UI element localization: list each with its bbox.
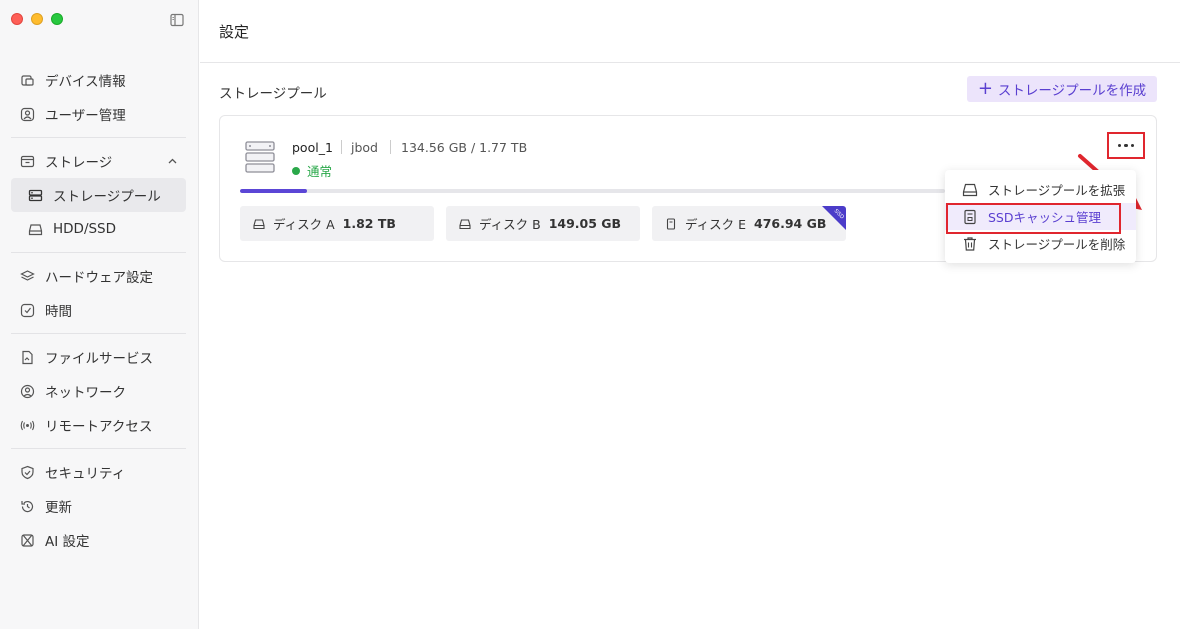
trash-icon <box>962 236 978 252</box>
pool-actions-menu: ストレージプールを拡張 SSDキャッシュ管理 ストレージプールを削除 <box>945 170 1136 263</box>
network-icon <box>19 383 35 399</box>
menu-item-label: ストレージプールを拡張 <box>988 183 1126 198</box>
disk-chip[interactable]: ディスク E 476.94 GB SSD <box>652 206 846 241</box>
disk-icon <box>27 221 43 237</box>
sidebar-item-label: ストレージプール <box>53 189 161 205</box>
hardware-icon <box>19 268 35 284</box>
sidebar-item-hardware[interactable]: ハードウェア設定 <box>11 259 186 293</box>
sidebar-item-file-service[interactable]: ファイルサービス <box>11 340 186 374</box>
disk-icon <box>459 218 471 230</box>
disk-chip[interactable]: ディスク B 149.05 GB <box>446 206 640 241</box>
usage-progress-fill <box>240 189 307 193</box>
sidebar-item-label: 時間 <box>45 304 72 320</box>
sidebar-item-storage[interactable]: ストレージ <box>11 144 186 178</box>
menu-item-delete-pool[interactable]: ストレージプールを削除 <box>945 230 1136 257</box>
shield-icon <box>19 464 35 480</box>
sidebar-divider <box>11 137 186 138</box>
status-badge: 通常 <box>292 161 332 180</box>
sidebar-item-label: ネットワーク <box>45 385 126 401</box>
sidebar-item-device-info[interactable]: デバイス情報 <box>11 63 186 97</box>
remote-icon <box>19 417 35 433</box>
sidebar-nav: デバイス情報 ユーザー管理 ストレージ ストレージプール HDD/SSD ハード… <box>11 63 186 557</box>
sidebar-item-security[interactable]: セキュリティ <box>11 455 186 489</box>
app-window: デバイス情報 ユーザー管理 ストレージ ストレージプール HDD/SSD ハード… <box>0 0 1180 629</box>
sidebar-item-label: リモートアクセス <box>45 419 153 435</box>
status-dot-icon <box>292 166 300 175</box>
sidebar-item-time[interactable]: 時間 <box>11 293 186 327</box>
sidebar-item-label: 更新 <box>45 500 72 516</box>
main-content: 設定 ストレージプール + ストレージプールを作成 pool_1 jbod 13… <box>200 0 1180 629</box>
disk-size: 1.82 TB <box>342 216 396 231</box>
storage-icon <box>19 153 35 169</box>
disk-icon <box>253 218 265 230</box>
sidebar-item-label: デバイス情報 <box>45 74 126 90</box>
sidebar-toggle-icon[interactable] <box>170 12 184 27</box>
disk-icon <box>962 182 978 198</box>
menu-item-ssd-cache[interactable]: SSDキャッシュ管理 <box>945 203 1136 234</box>
pool-capacity: 134.56 GB / 1.77 TB <box>401 140 528 155</box>
sidebar-item-label: セキュリティ <box>45 466 126 482</box>
clock-icon <box>19 302 35 318</box>
sidebar-item-user-management[interactable]: ユーザー管理 <box>11 97 186 131</box>
create-button-label: ストレージプールを作成 <box>997 83 1147 99</box>
menu-item-expand-pool[interactable]: ストレージプールを拡張 <box>945 176 1136 203</box>
disk-name: ディスク B <box>479 217 541 232</box>
main-header: 設定 <box>200 0 1180 63</box>
usage-progress-bar <box>240 189 945 193</box>
disk-size: 149.05 GB <box>548 216 622 231</box>
zoom-window-button[interactable] <box>51 13 63 25</box>
sidebar-item-ai-settings[interactable]: AI 設定 <box>11 523 186 557</box>
sidebar-item-hdd-ssd[interactable]: HDD/SSD <box>11 212 186 246</box>
device-icon <box>19 72 35 88</box>
sidebar-item-label: HDD/SSD <box>53 221 117 237</box>
sidebar-item-storage-pool[interactable]: ストレージプール <box>11 178 186 212</box>
pool-type: jbod <box>351 140 378 155</box>
sidebar-item-update[interactable]: 更新 <box>11 489 186 523</box>
sidebar-item-label: ユーザー管理 <box>45 108 126 124</box>
ssd-icon <box>962 209 978 225</box>
menu-item-label: ストレージプールを削除 <box>988 237 1126 252</box>
dot-icon <box>1124 143 1128 148</box>
sidebar-item-remote-access[interactable]: リモートアクセス <box>11 408 186 442</box>
page-title: 設定 <box>219 22 250 41</box>
sidebar-divider <box>11 252 186 253</box>
disk-chip[interactable]: ディスク A 1.82 TB <box>240 206 434 241</box>
disk-name: ディスク E <box>685 217 746 232</box>
pool-icon <box>27 187 43 203</box>
sidebar-divider <box>11 448 186 449</box>
menu-item-label: SSDキャッシュ管理 <box>988 210 1101 225</box>
section-title: ストレージプール <box>219 86 327 102</box>
ai-icon <box>19 532 35 548</box>
create-storage-pool-button[interactable]: + ストレージプールを作成 <box>967 76 1157 102</box>
server-icon <box>245 141 275 177</box>
minimize-window-button[interactable] <box>31 13 43 25</box>
ssd-badge: SSD <box>822 206 846 230</box>
separator <box>341 140 342 154</box>
file-service-icon <box>19 349 35 365</box>
sidebar-item-label: ハードウェア設定 <box>45 270 153 286</box>
dot-icon <box>1130 143 1135 148</box>
disk-size: 476.94 GB <box>754 216 827 231</box>
pool-name: pool_1 <box>292 140 333 155</box>
dot-icon <box>1117 143 1122 148</box>
status-label: 通常 <box>307 164 333 179</box>
sidebar-item-label: ストレージ <box>45 155 113 171</box>
ssd-icon <box>665 217 677 230</box>
disk-name: ディスク A <box>273 217 335 232</box>
plus-icon: + <box>977 78 993 99</box>
user-icon <box>19 106 35 122</box>
sidebar: デバイス情報 ユーザー管理 ストレージ ストレージプール HDD/SSD ハード… <box>0 0 199 629</box>
chevron-up-icon <box>167 155 178 171</box>
window-controls <box>11 13 63 25</box>
close-window-button[interactable] <box>11 13 23 25</box>
update-icon <box>19 498 35 514</box>
sidebar-divider <box>11 333 186 334</box>
sidebar-item-label: AI 設定 <box>45 534 90 550</box>
separator <box>390 140 391 154</box>
sidebar-item-network[interactable]: ネットワーク <box>11 374 186 408</box>
sidebar-item-label: ファイルサービス <box>45 351 153 367</box>
